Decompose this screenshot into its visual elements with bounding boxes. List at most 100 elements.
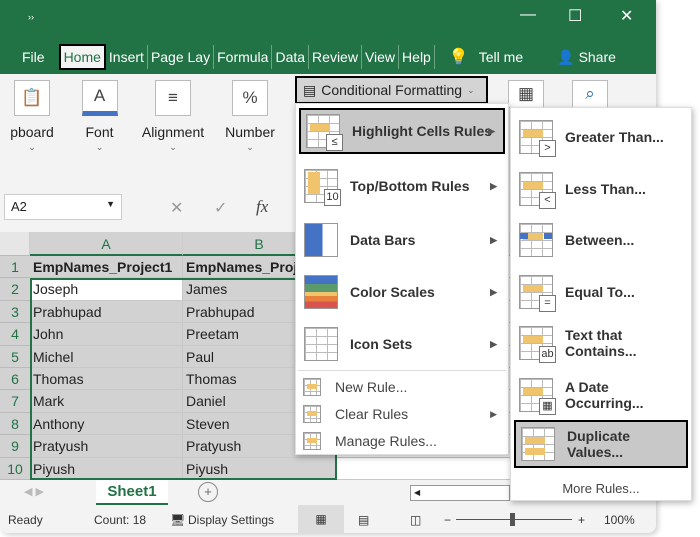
highlight-cells-icon: ≤ xyxy=(306,114,343,151)
cell-a[interactable]: Prabhupad xyxy=(30,300,183,324)
cell-b[interactable]: Piyush xyxy=(183,457,336,480)
zoom-level[interactable]: 100% xyxy=(604,513,635,527)
enter-icon[interactable]: ✓ xyxy=(214,198,227,218)
tell-me-search[interactable]: Tell me xyxy=(479,49,523,65)
add-sheet-button[interactable]: + xyxy=(198,482,218,502)
icon-sets-icon xyxy=(304,327,338,361)
cell-a[interactable]: Joseph xyxy=(30,278,183,301)
a-date-occurring-icon: ▦ xyxy=(519,377,556,415)
cancel-icon[interactable]: ✕ xyxy=(170,198,183,218)
menu-item-icon-sets[interactable]: Icon Sets ▶ xyxy=(299,320,505,368)
cell-a[interactable]: Mark xyxy=(30,390,183,413)
menu-item-color-scales[interactable]: Color Scales ▶ xyxy=(299,268,505,316)
horizontal-scrollbar[interactable]: ◀ xyxy=(410,485,510,501)
menu-item-equal-to[interactable]: = Equal To... xyxy=(514,267,688,317)
menu-item-clear-rules[interactable]: Clear Rules ▶ xyxy=(299,401,505,427)
cell-a[interactable]: EmpNames_Project1 xyxy=(30,256,183,279)
share-button[interactable]: Share xyxy=(579,49,616,65)
menu-item-duplicate-values[interactable]: Duplicate Values... xyxy=(514,420,688,468)
conditional-formatting-menu: ≤ Highlight Cells Rules ▶ 10 Top/Bottom Rul… xyxy=(295,103,509,455)
clipboard-icon: 📋 xyxy=(14,80,50,116)
tab-data[interactable]: Data xyxy=(272,45,310,69)
cell-a[interactable]: Anthony xyxy=(30,412,183,436)
sheet-tab-sheet1[interactable]: Sheet1 xyxy=(96,480,168,505)
menu-item-top-bottom-rules[interactable]: 10 Top/Bottom Rules ▶ xyxy=(299,162,505,210)
tab-file[interactable]: File xyxy=(0,45,59,69)
find-icon[interactable]: ⌕ xyxy=(572,80,608,108)
row-header[interactable]: 5 xyxy=(0,345,30,368)
row-header[interactable]: 7 xyxy=(0,390,30,413)
menu-item-new-rule[interactable]: New Rule... xyxy=(299,374,505,400)
menu-label: Equal To... xyxy=(565,283,635,300)
zoom-in-button[interactable]: + xyxy=(578,513,585,527)
row-header[interactable]: 10 xyxy=(0,457,30,480)
row-header[interactable]: 2 xyxy=(0,278,30,301)
conditional-formatting-button[interactable]: ▤ Conditional Formatting ⌄ xyxy=(295,76,488,104)
select-all-corner[interactable] xyxy=(0,232,30,256)
menu-item-data-bars[interactable]: Data Bars ▶ xyxy=(299,216,505,264)
tab-page-layout[interactable]: Page Lay xyxy=(148,45,215,69)
page-break-view-icon[interactable]: ◫ xyxy=(410,513,421,527)
column-header-a[interactable]: A xyxy=(30,232,183,256)
zoom-out-button[interactable]: − xyxy=(444,513,451,527)
less-than-icon: < xyxy=(519,171,556,209)
group-label: Font xyxy=(85,124,114,140)
new-rule-icon xyxy=(303,378,321,396)
menu-item-greater-than[interactable]: > Greater Than... xyxy=(514,112,688,162)
tab-help[interactable]: Help xyxy=(399,45,435,69)
data-bars-icon xyxy=(304,223,338,257)
normal-view-icon[interactable]: ▦ xyxy=(298,505,344,533)
menu-label: Less Than... xyxy=(565,180,646,197)
ribbon-tabs: File Home Insert Page Lay Formula Data R… xyxy=(0,42,616,72)
close-button[interactable]: ✕ xyxy=(620,6,633,26)
row-header[interactable]: 3 xyxy=(0,300,30,324)
font-group[interactable]: A Font ⌄ xyxy=(72,80,127,153)
color-scales-icon xyxy=(304,275,338,309)
menu-item-manage-rules[interactable]: Manage Rules... xyxy=(299,428,505,454)
chevron-down-icon: ⌄ xyxy=(28,142,36,152)
sheet-nav-arrows[interactable]: ◀ ▶ xyxy=(24,485,44,498)
insert-function-icon[interactable]: fx xyxy=(256,197,268,217)
row-header[interactable]: 6 xyxy=(0,368,30,391)
tab-formulas[interactable]: Formula xyxy=(214,45,273,69)
display-settings-button[interactable]: Display Settings xyxy=(188,513,274,527)
menu-item-a-date-occurring[interactable]: ▦ A Date Occurring... xyxy=(514,370,688,420)
page-layout-view-icon[interactable]: ▤ xyxy=(358,513,369,527)
submenu-arrow-icon: ▶ xyxy=(490,180,497,191)
cell-a[interactable]: Thomas xyxy=(30,368,183,391)
row-header[interactable]: 1 xyxy=(0,256,30,279)
cell-a[interactable]: John xyxy=(30,323,183,346)
row-header[interactable]: 8 xyxy=(0,412,30,436)
menu-divider xyxy=(298,370,506,371)
highlight-cells-rules-submenu: More Rules... > Greater Than... < Less Than… xyxy=(510,107,692,501)
minimize-button[interactable]: — xyxy=(520,6,536,24)
menu-item-highlight-cells-rules[interactable]: ≤ Highlight Cells Rules ▶ xyxy=(299,108,505,154)
cell-a[interactable]: Michel xyxy=(30,345,183,368)
tab-review[interactable]: Review xyxy=(309,45,362,69)
submenu-arrow-icon: ▶ xyxy=(490,286,497,297)
tab-insert[interactable]: Insert xyxy=(106,45,148,69)
alignment-group[interactable]: ≡ Alignment ⌄ xyxy=(137,80,209,153)
menu-label: Highlight Cells Rules xyxy=(352,123,493,139)
cell-a[interactable]: Pratyush xyxy=(30,435,183,458)
person-icon: 👤 xyxy=(557,48,575,65)
zoom-slider-thumb[interactable] xyxy=(510,513,515,526)
chevron-down-icon: ⌄ xyxy=(169,142,177,152)
menu-item-between[interactable]: Between... xyxy=(514,215,688,265)
name-box[interactable]: A2 ▼ xyxy=(4,194,122,220)
menu-item-less-than[interactable]: < Less Than... xyxy=(514,164,688,214)
menu-item-text-that-contains[interactable]: ab Text that Contains... xyxy=(514,318,688,368)
clipboard-group[interactable]: 📋 pboard ⌄ xyxy=(2,80,62,153)
tab-home[interactable]: Home xyxy=(58,44,106,70)
row-header[interactable]: 4 xyxy=(0,323,30,346)
quick-access-icon[interactable]: ›› xyxy=(28,12,34,22)
row-header[interactable]: 9 xyxy=(0,435,30,458)
menu-item-more-rules[interactable]: More Rules... xyxy=(511,481,691,496)
number-group[interactable]: % Number ⌄ xyxy=(220,80,280,153)
zoom-slider[interactable] xyxy=(456,513,572,526)
menu-label: New Rule... xyxy=(335,379,408,395)
tab-view[interactable]: View xyxy=(362,45,400,69)
cell-styles-icon[interactable]: ▦ xyxy=(508,80,544,108)
maximize-button[interactable]: ☐ xyxy=(568,6,582,26)
cell-a[interactable]: Piyush xyxy=(30,457,183,480)
